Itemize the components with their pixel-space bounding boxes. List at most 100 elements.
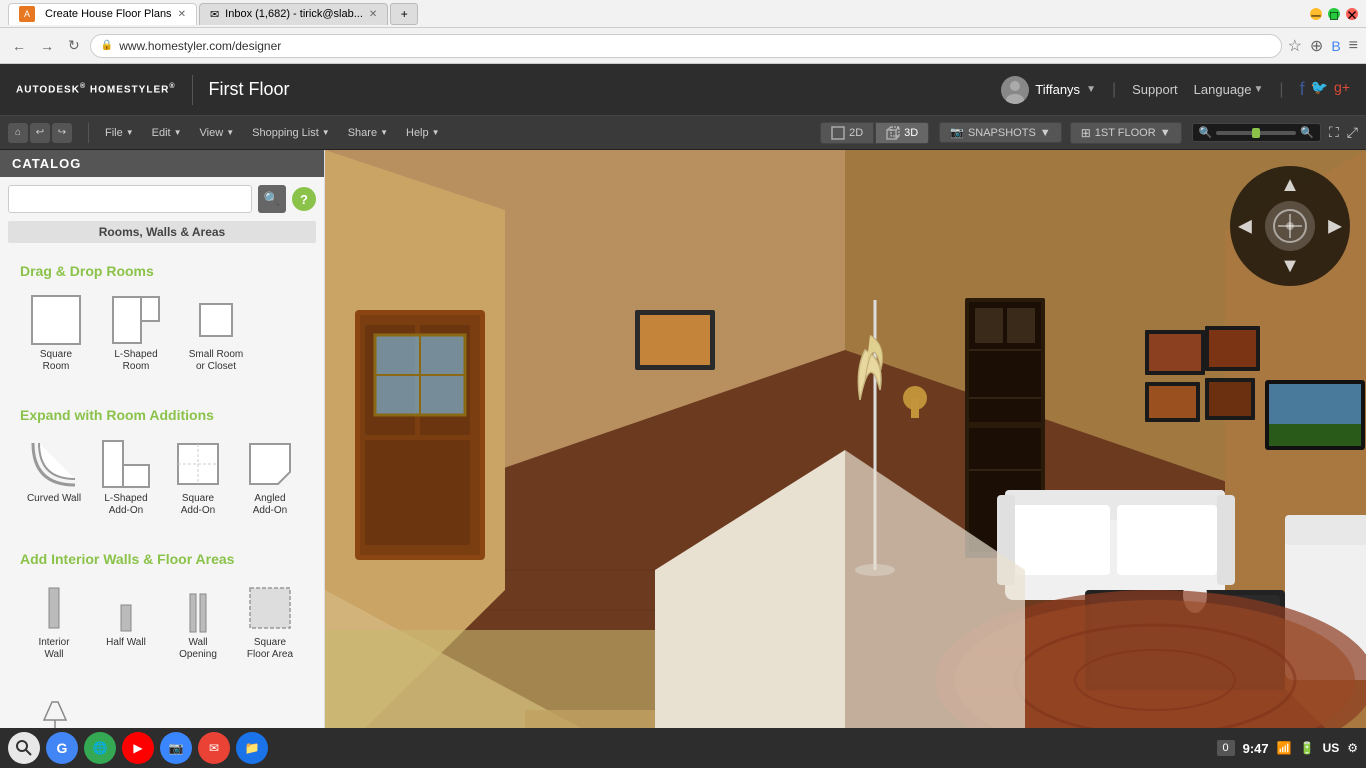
settings-tray-icon[interactable]: ⚙: [1347, 741, 1358, 755]
l-shaped-add-label: L-ShapedAdd-On: [104, 493, 147, 517]
file-menu[interactable]: File ▼: [97, 124, 142, 142]
catalog-search-button[interactable]: 🔍: [258, 185, 286, 213]
half-wall-label: Half Wall: [106, 637, 146, 649]
square-room-item[interactable]: SquareRoom: [20, 289, 92, 379]
square-add-icon: [173, 439, 223, 489]
catalog-search-input[interactable]: [8, 185, 252, 213]
undo-icon[interactable]: ↩: [30, 123, 50, 143]
header-separator2: |: [1279, 81, 1283, 99]
sidebar: CATALOG 🔍 ? Rooms, Walls & Areas Drag & …: [0, 150, 325, 768]
nav-left-arrow[interactable]: ◀: [1238, 216, 1252, 237]
view-toggle: 2D 3D: [820, 122, 929, 144]
lock-icon: 🔒: [101, 40, 113, 51]
taskbar-gmail[interactable]: ✉: [198, 732, 230, 764]
tab-close[interactable]: ✕: [178, 9, 186, 20]
browser-titlebar: A Create House Floor Plans ✕ ✉ Inbox (1,…: [0, 0, 1366, 28]
battery-icon: 🔋: [1300, 741, 1315, 755]
shopping-list-menu[interactable]: Shopping List ▼: [244, 124, 338, 142]
interior-wall-item[interactable]: InteriorWall: [20, 577, 88, 667]
help-menu[interactable]: Help ▼: [398, 124, 448, 142]
google-icon: G: [57, 740, 68, 756]
user-section[interactable]: Tiffanys ▼: [1001, 76, 1096, 104]
user-dropdown-icon: ▼: [1086, 84, 1096, 95]
edit-menu[interactable]: Edit ▼: [144, 124, 190, 142]
language-section[interactable]: Language ▼: [1194, 82, 1264, 97]
l-shaped-room-item[interactable]: L-ShapedRoom: [100, 289, 172, 379]
reload-button[interactable]: ↻: [64, 35, 84, 56]
l-shaped-add-icon: [101, 439, 151, 489]
expand-button[interactable]: ⛶: [1329, 124, 1339, 141]
nav-center[interactable]: [1265, 201, 1315, 251]
browser-addressbar: ← → ↻ 🔒 www.homestyler.com/designer ☆ ⊕ …: [0, 28, 1366, 64]
taskbar-tray: 0 9:47 📶 🔋 US ⚙: [1217, 740, 1359, 756]
taskbar-search[interactable]: [8, 732, 40, 764]
taskbar-chrome[interactable]: 🌐: [84, 732, 116, 764]
address-bar[interactable]: 🔒 www.homestyler.com/designer: [90, 34, 1282, 58]
catalog-help-button[interactable]: ?: [292, 187, 316, 211]
nav-right-arrow[interactable]: ▶: [1328, 216, 1342, 237]
l-shaped-add-item[interactable]: L-ShapedAdd-On: [92, 433, 160, 523]
tab-active[interactable]: A Create House Floor Plans ✕: [8, 3, 197, 25]
taskbar: G 🌐 ▶ 📷 ✉ 📁 0 9:47 📶 🔋 US ⚙: [0, 728, 1366, 768]
nav-up-arrow[interactable]: ▲: [1280, 174, 1300, 197]
tab-gmail-close[interactable]: ✕: [369, 9, 377, 20]
floor-title: First Floor: [209, 79, 290, 100]
search-bar[interactable]: 🔍 🔍: [1192, 123, 1321, 142]
wall-opening-icon: [173, 583, 223, 633]
floor-button[interactable]: ⊞ 1ST FLOOR ▼: [1070, 122, 1182, 144]
forward-button[interactable]: →: [36, 36, 58, 56]
redo-icon[interactable]: ↪: [52, 123, 72, 143]
wall-items-grid: InteriorWall Half Wall: [12, 573, 312, 671]
snapshots-button[interactable]: 📷 SNAPSHOTS ▼: [939, 122, 1061, 143]
half-wall-item[interactable]: Half Wall: [92, 577, 160, 667]
support-link[interactable]: Support: [1132, 82, 1178, 97]
maximize-button[interactable]: □: [1328, 8, 1340, 20]
taskbar-youtube[interactable]: ▶: [122, 732, 154, 764]
sep1: [88, 123, 89, 143]
twitter-icon[interactable]: 🐦: [1311, 79, 1328, 100]
zoom-slider-handle[interactable]: [1252, 128, 1260, 138]
tab-favicon: A: [19, 6, 35, 22]
new-tab-button[interactable]: +: [390, 3, 418, 25]
view-2d-button[interactable]: 2D: [820, 122, 874, 144]
nav-overlay[interactable]: ▲ ▼ ◀ ▶: [1230, 166, 1350, 286]
square-add-item[interactable]: SquareAdd-On: [164, 433, 232, 523]
small-room-item[interactable]: Small Roomor Closet: [180, 289, 252, 379]
2d-icon: [831, 126, 845, 140]
user-name: Tiffanys: [1035, 82, 1080, 97]
wall-opening-item[interactable]: WallOpening: [164, 577, 232, 667]
canvas-area[interactable]: ▲ ▼ ◀ ▶: [325, 150, 1366, 768]
small-room-icon: [191, 295, 241, 345]
view-menu[interactable]: View ▼: [192, 124, 243, 142]
back-button[interactable]: ←: [8, 36, 30, 56]
angled-add-item[interactable]: AngledAdd-On: [236, 433, 304, 523]
home-tool-icon[interactable]: ⌂: [8, 123, 28, 143]
tab-gmail-title: Inbox (1,682) - tirick@slab...: [225, 8, 363, 20]
curved-wall-item[interactable]: Curved Wall: [20, 433, 88, 523]
window-controls: ─ □ ✕: [1310, 8, 1358, 20]
minimize-button[interactable]: ─: [1310, 8, 1322, 20]
nav-down-arrow[interactable]: ▼: [1280, 255, 1300, 278]
tab-gmail[interactable]: ✉ Inbox (1,682) - tirick@slab... ✕: [199, 3, 388, 25]
gplus-icon[interactable]: g+: [1334, 79, 1350, 100]
facebook-icon[interactable]: f: [1300, 79, 1305, 100]
ext2-icon[interactable]: ≡: [1349, 37, 1358, 55]
zoom-slider[interactable]: [1216, 131, 1296, 135]
taskbar-google[interactable]: G: [46, 732, 78, 764]
star-icon[interactable]: ☆: [1288, 36, 1302, 56]
fullscreen-button[interactable]: ⤢: [1347, 124, 1358, 141]
taskbar-drive[interactable]: 📁: [236, 732, 268, 764]
close-button[interactable]: ✕: [1346, 8, 1358, 20]
chrome-icon[interactable]: ⊕: [1310, 36, 1323, 56]
floor-area-item[interactable]: SquareFloor Area: [236, 577, 304, 667]
small-room-label: Small Roomor Closet: [189, 349, 243, 373]
ext1-icon[interactable]: B: [1331, 38, 1340, 54]
share-menu[interactable]: Share ▼: [340, 124, 396, 142]
search-icon: [15, 739, 33, 757]
taskbar-camera[interactable]: 📷: [160, 732, 192, 764]
view-3d-button[interactable]: 3D: [875, 122, 929, 144]
main-layout: CATALOG 🔍 ? Rooms, Walls & Areas Drag & …: [0, 150, 1366, 768]
header-divider: [192, 75, 193, 105]
l-shaped-room-label: L-ShapedRoom: [114, 349, 157, 373]
floors-icon: ⊞: [1081, 126, 1091, 140]
